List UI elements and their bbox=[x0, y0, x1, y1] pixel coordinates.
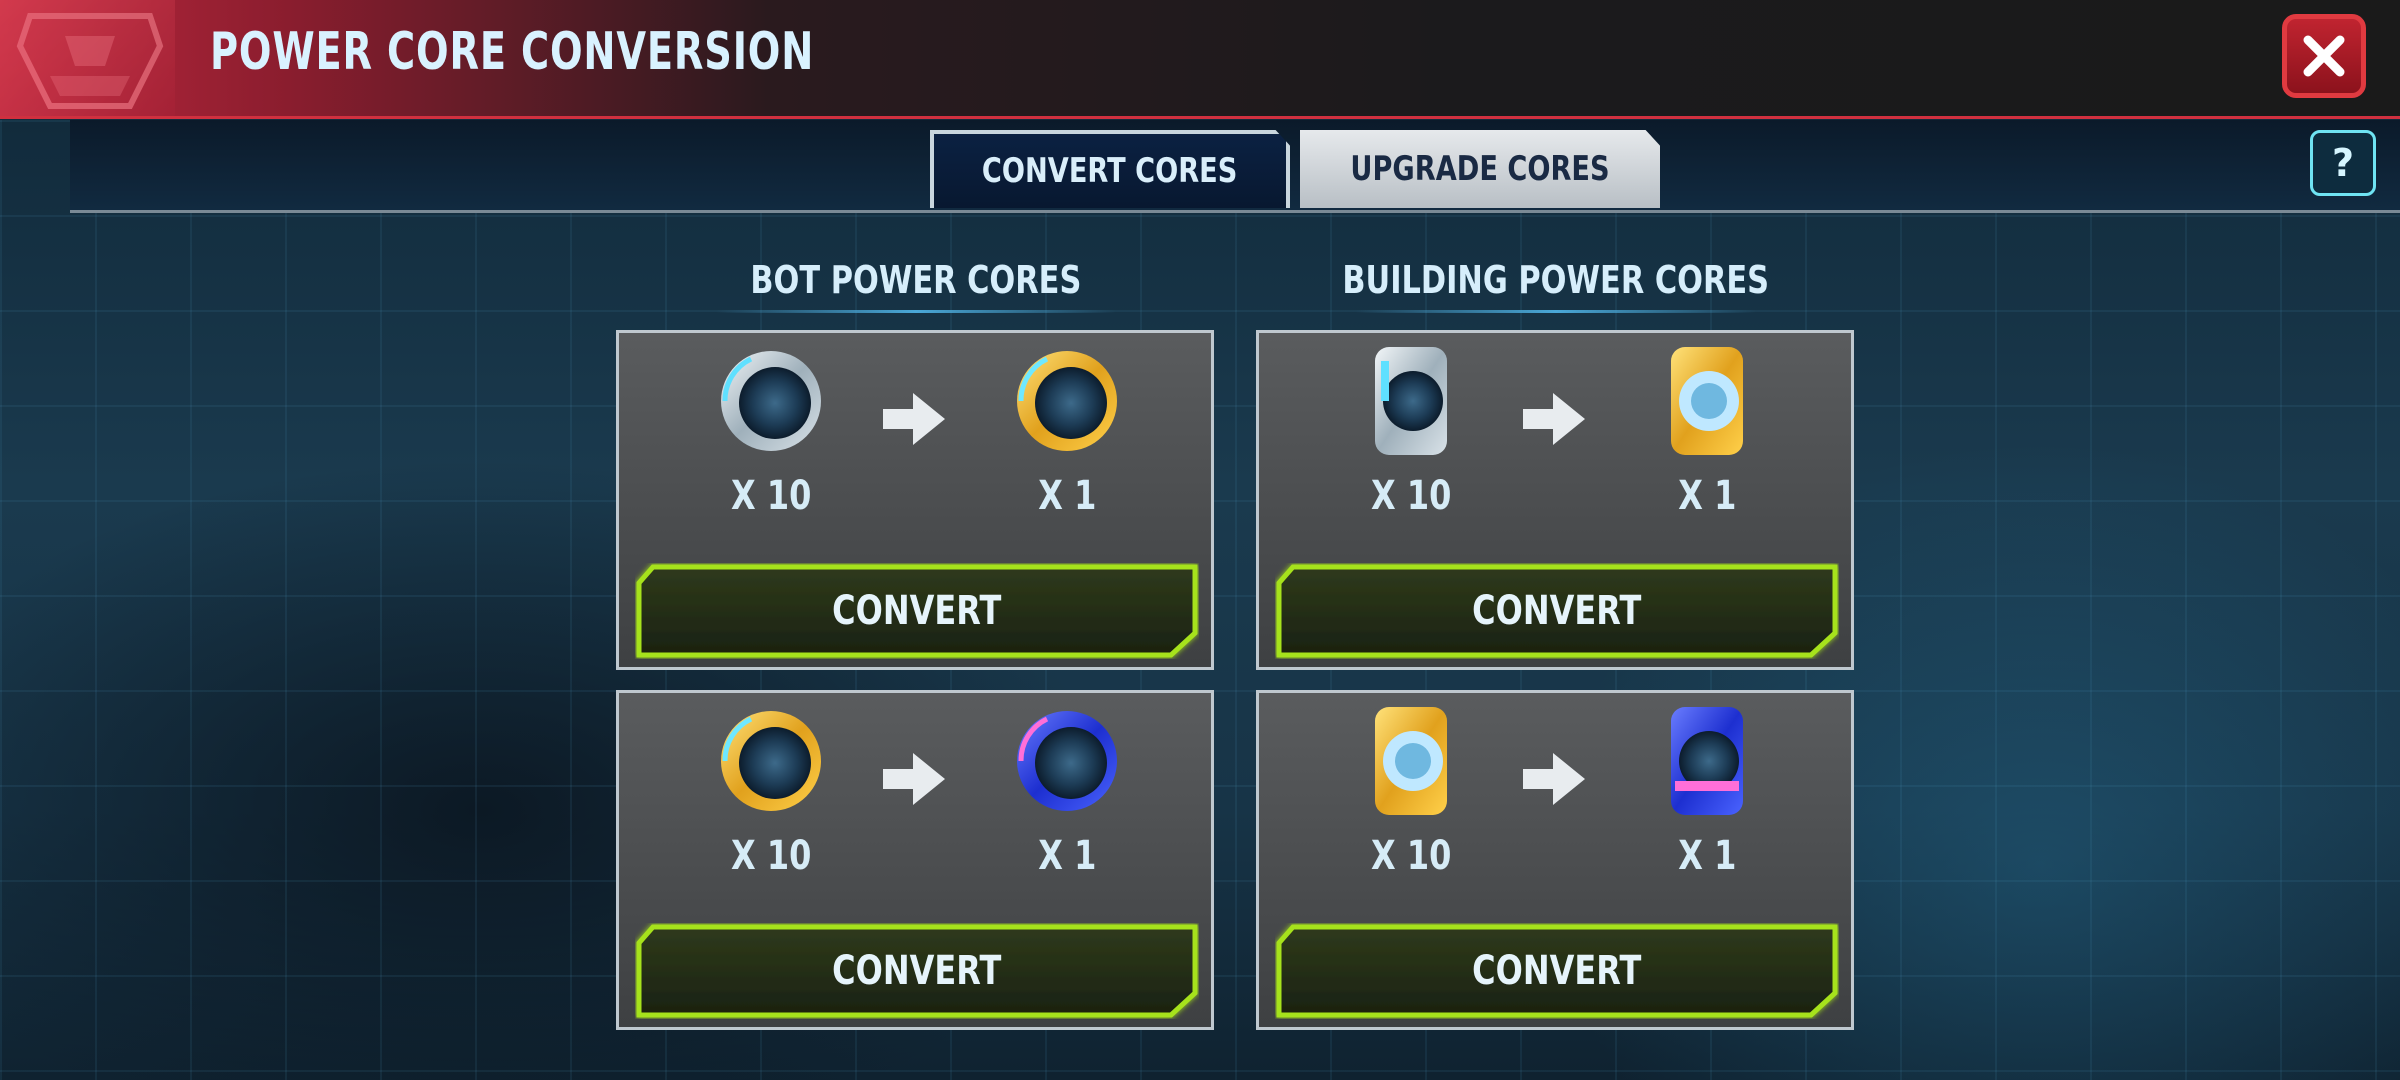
tab-upgrade-cores[interactable]: UPGRADE CORES bbox=[1300, 130, 1660, 208]
gold-building-core-icon bbox=[1671, 347, 1743, 455]
help-icon: ? bbox=[2331, 141, 2355, 185]
from-quantity: X 10 bbox=[730, 833, 812, 879]
convert-button-label: CONVERT bbox=[1472, 948, 1642, 994]
gold-bot-core-icon bbox=[1017, 351, 1117, 451]
tab-convert-cores[interactable]: CONVERT CORES bbox=[930, 130, 1290, 208]
tab-label: CONVERT CORES bbox=[982, 151, 1238, 191]
silver-bot-core-icon bbox=[721, 351, 821, 451]
to-quantity: X 1 bbox=[1037, 833, 1097, 879]
section-title-label: BUILDING POWER CORES bbox=[1342, 258, 1770, 302]
tab-label: UPGRADE CORES bbox=[1350, 149, 1610, 189]
page-title: POWER CORE CONVERSION bbox=[210, 22, 815, 82]
conversion-card-bot-silver: X 10 X 1 CONVERT bbox=[616, 330, 1214, 670]
section-title-label: BOT POWER CORES bbox=[750, 258, 1082, 302]
from-quantity: X 10 bbox=[730, 473, 812, 519]
section-title-bot: BOT POWER CORES bbox=[616, 258, 1216, 313]
convert-button[interactable]: CONVERT bbox=[635, 563, 1199, 659]
arrow-right-icon bbox=[883, 393, 945, 445]
silver-building-core-icon bbox=[1375, 347, 1447, 455]
to-quantity: X 1 bbox=[1677, 833, 1737, 879]
from-quantity: X 10 bbox=[1370, 473, 1452, 519]
to-quantity: X 1 bbox=[1037, 473, 1097, 519]
section-title-building: BUILDING POWER CORES bbox=[1256, 258, 1856, 313]
arrow-right-icon bbox=[1523, 753, 1585, 805]
from-quantity: X 10 bbox=[1370, 833, 1452, 879]
to-quantity: X 1 bbox=[1677, 473, 1737, 519]
convert-button[interactable]: CONVERT bbox=[1275, 923, 1839, 1019]
close-button[interactable] bbox=[2282, 14, 2366, 98]
header-bar: POWER CORE CONVERSION bbox=[0, 0, 2400, 119]
blue-bot-core-icon bbox=[1017, 711, 1117, 811]
help-button[interactable]: ? bbox=[2310, 130, 2376, 196]
convert-button-label: CONVERT bbox=[832, 588, 1002, 634]
convert-button[interactable]: CONVERT bbox=[1275, 563, 1839, 659]
convert-button-label: CONVERT bbox=[1472, 588, 1642, 634]
blue-building-core-icon bbox=[1671, 707, 1743, 815]
gold-bot-core-icon bbox=[721, 711, 821, 811]
close-x-icon bbox=[2303, 35, 2345, 77]
arrow-right-icon bbox=[1523, 393, 1585, 445]
conversion-card-bot-gold: X 10 X 1 CONVERT bbox=[616, 690, 1214, 1030]
faction-emblem-icon bbox=[0, 0, 175, 116]
convert-button-label: CONVERT bbox=[832, 948, 1002, 994]
gold-building-core-icon bbox=[1375, 707, 1447, 815]
conversion-card-building-gold: X 10 X 1 CONVERT bbox=[1256, 690, 1854, 1030]
conversion-card-building-silver: X 10 X 1 CONVERT bbox=[1256, 330, 1854, 670]
arrow-right-icon bbox=[883, 753, 945, 805]
convert-button[interactable]: CONVERT bbox=[635, 923, 1199, 1019]
